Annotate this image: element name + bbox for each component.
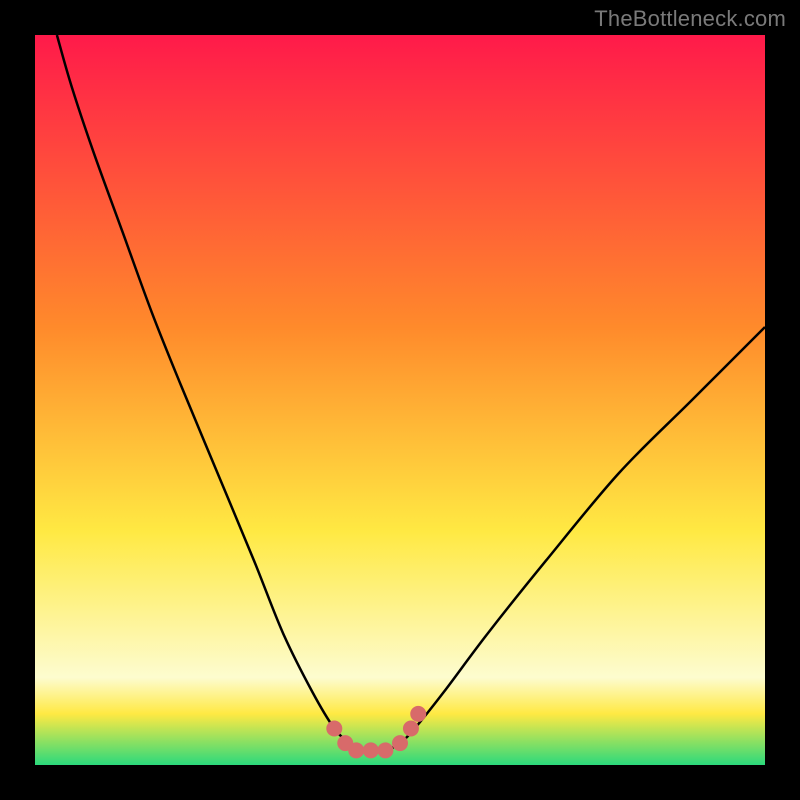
chart-svg — [35, 35, 765, 765]
highlight-dot — [363, 742, 379, 758]
highlight-dot — [377, 742, 393, 758]
watermark-text: TheBottleneck.com — [594, 6, 786, 32]
highlight-dot — [392, 735, 408, 751]
highlight-dot — [326, 721, 342, 737]
highlight-dot — [348, 742, 364, 758]
plot-area — [35, 35, 765, 765]
outer-frame: TheBottleneck.com — [0, 0, 800, 800]
bottleneck-curve — [57, 35, 765, 751]
highlight-dot — [403, 721, 419, 737]
highlight-dot — [410, 706, 426, 722]
